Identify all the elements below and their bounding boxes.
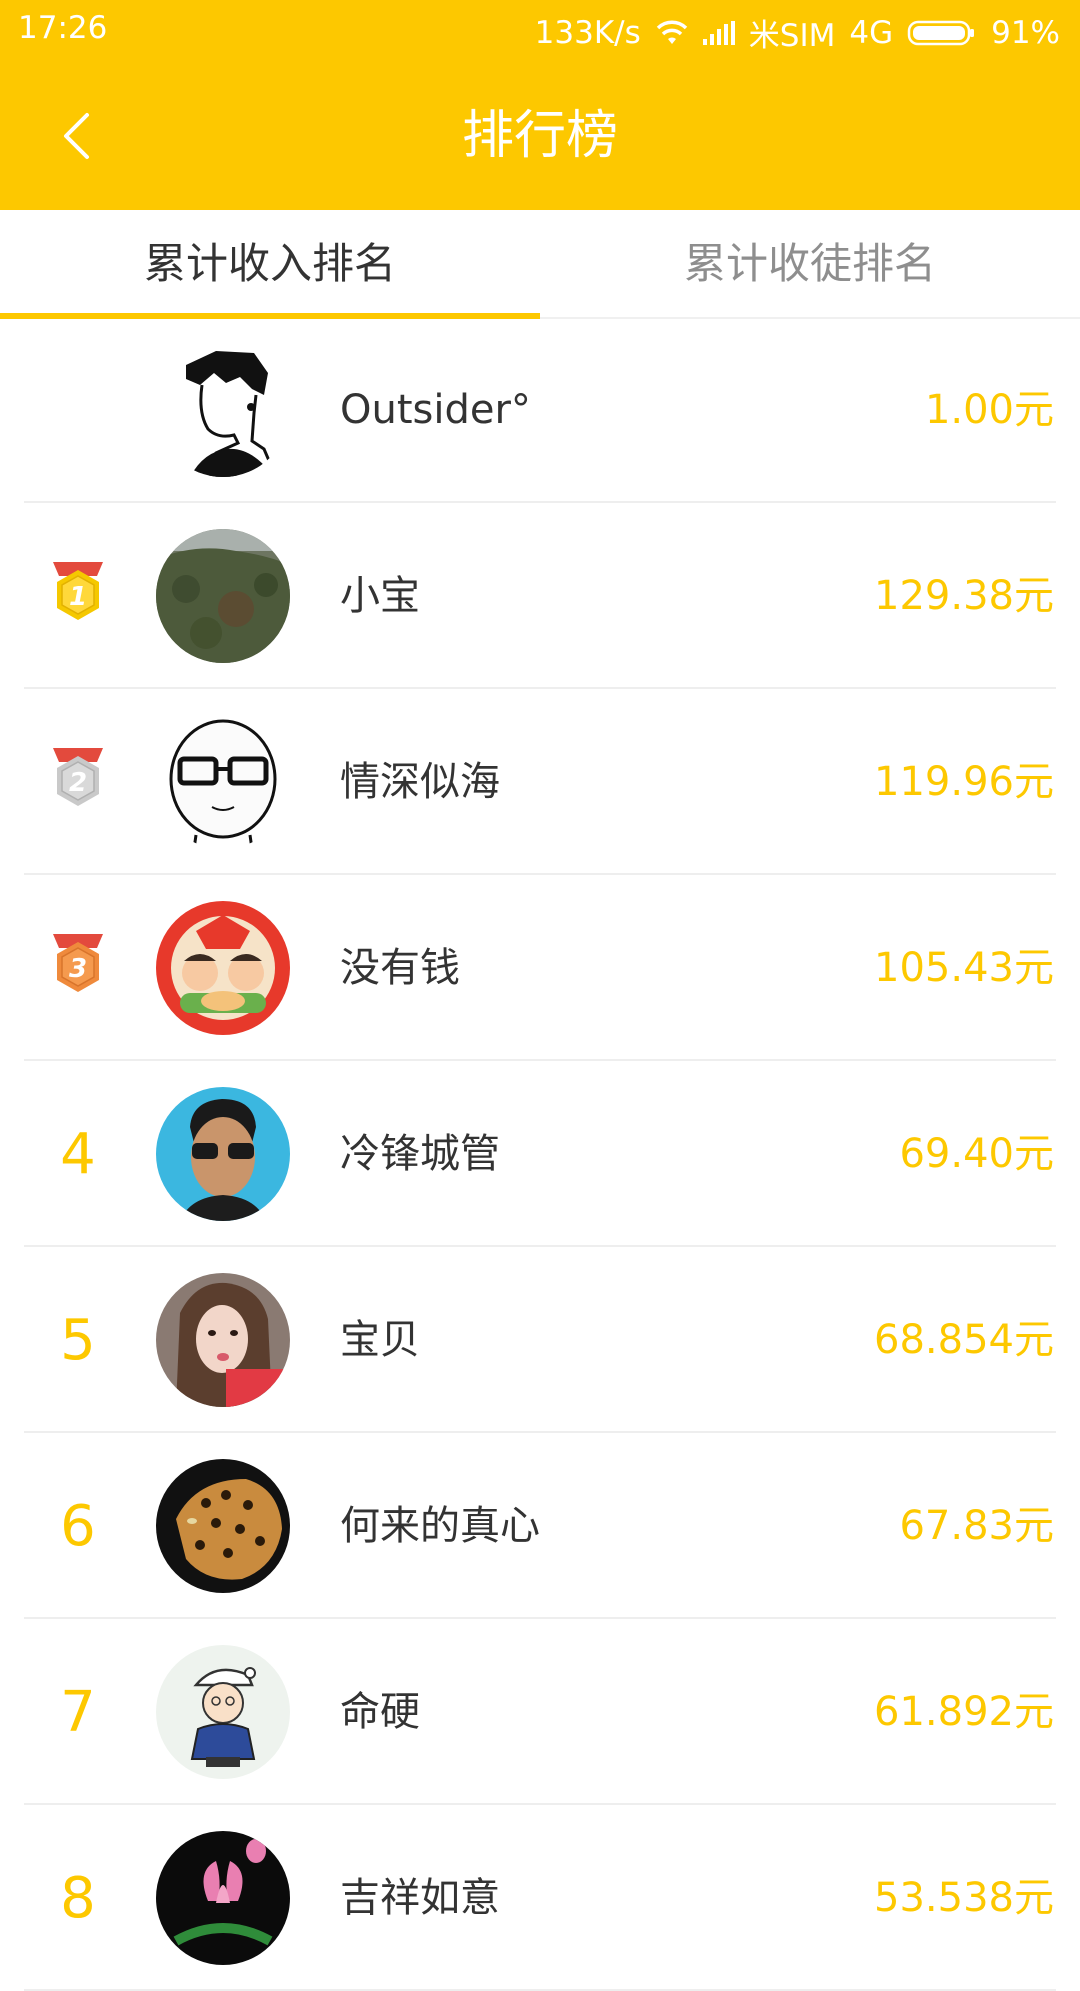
income-amount: 53.538元	[874, 1875, 1054, 1921]
svg-text:1: 1	[69, 582, 87, 612]
avatar	[156, 1273, 290, 1407]
rank-cell: 2	[38, 689, 118, 875]
rank-cell: 8	[38, 1805, 118, 1991]
status-time: 17:26	[18, 10, 108, 46]
network-speed: 133K/s	[534, 14, 641, 51]
ranking-list: Outsider° 1.00元 1 小宝 129.38元 2 情深似海 119.…	[0, 317, 1080, 1991]
status-indicators: 133K/s 米SIM 4G 91%	[535, 10, 1060, 55]
user-name: 情深似海	[340, 759, 500, 805]
carrier-label: 米SIM	[748, 18, 836, 54]
rank-cell: 5	[38, 1247, 118, 1433]
my-ranking-row[interactable]: Outsider° 1.00元	[0, 317, 1080, 503]
gold-medal-icon: 1	[53, 562, 103, 620]
avatar	[156, 1087, 290, 1221]
user-name: 没有钱	[340, 945, 460, 991]
rank-cell: 6	[38, 1433, 118, 1619]
silver-medal-icon: 2	[53, 748, 103, 806]
ranking-row[interactable]: 7 命硬 61.892元	[0, 1619, 1080, 1805]
signal-icon	[702, 20, 735, 45]
income-amount: 68.854元	[874, 1317, 1054, 1363]
income-amount: 129.38元	[874, 573, 1054, 619]
user-name: 何来的真心	[340, 1503, 540, 1549]
avatar	[156, 1831, 290, 1965]
rank-number: 7	[60, 1679, 96, 1745]
income-amount: 61.892元	[874, 1689, 1054, 1735]
avatar	[156, 343, 290, 477]
ranking-row[interactable]: 4 冷锋城管 69.40元	[0, 1061, 1080, 1247]
income-amount: 105.43元	[874, 945, 1054, 991]
battery-percent: 91%	[991, 14, 1060, 51]
user-name: 冷锋城管	[340, 1131, 500, 1177]
rank-number: 4	[60, 1121, 96, 1187]
user-name: 宝贝	[340, 1317, 420, 1363]
rank-number: 5	[60, 1307, 96, 1373]
avatar	[156, 1645, 290, 1779]
avatar	[156, 901, 290, 1035]
network-type: 4G	[849, 14, 894, 51]
ranking-row[interactable]: 3 没有钱 105.43元	[0, 875, 1080, 1061]
ranking-row[interactable]: 6 何来的真心 67.83元	[0, 1433, 1080, 1619]
rank-cell: 1	[38, 503, 118, 689]
ranking-row[interactable]: 2 情深似海 119.96元	[0, 689, 1080, 875]
ranking-row[interactable]: 8 吉祥如意 53.538元	[0, 1805, 1080, 1991]
svg-text:2: 2	[69, 768, 87, 798]
user-name: 吉祥如意	[340, 1875, 500, 1921]
status-bar: 17:26 133K/s 米SIM 4G 91%	[0, 0, 1080, 62]
tab-apprentice-ranking[interactable]: 累计收徒排名	[540, 210, 1080, 317]
tab-income-ranking[interactable]: 累计收入排名	[0, 210, 540, 317]
income-amount: 67.83元	[899, 1503, 1054, 1549]
title-bar: 排行榜	[0, 62, 1080, 210]
page-title: 排行榜	[461, 106, 618, 166]
rank-cell: 3	[38, 875, 118, 1061]
avatar	[156, 529, 290, 663]
income-amount: 69.40元	[899, 1131, 1054, 1177]
rank-cell: 4	[38, 1061, 118, 1247]
battery-icon	[907, 19, 977, 47]
avatar	[156, 715, 290, 849]
user-name: 小宝	[340, 573, 420, 619]
user-name: Outsider°	[340, 387, 531, 433]
wifi-icon	[655, 20, 689, 46]
svg-text:3: 3	[69, 954, 87, 984]
app-header: 17:26 133K/s 米SIM 4G 91% 排行榜	[0, 0, 1080, 210]
user-name: 命硬	[340, 1689, 420, 1735]
ranking-row[interactable]: 1 小宝 129.38元	[0, 503, 1080, 689]
avatar	[156, 1459, 290, 1593]
rank-number: 6	[60, 1493, 96, 1559]
rank-cell: 7	[38, 1619, 118, 1805]
ranking-tabs: 累计收入排名 累计收徒排名	[0, 210, 1080, 319]
ranking-row[interactable]: 5 宝贝 68.854元	[0, 1247, 1080, 1433]
income-amount: 1.00元	[924, 387, 1054, 433]
bronze-medal-icon: 3	[53, 934, 103, 992]
income-amount: 119.96元	[874, 759, 1054, 805]
rank-number: 8	[60, 1865, 96, 1931]
